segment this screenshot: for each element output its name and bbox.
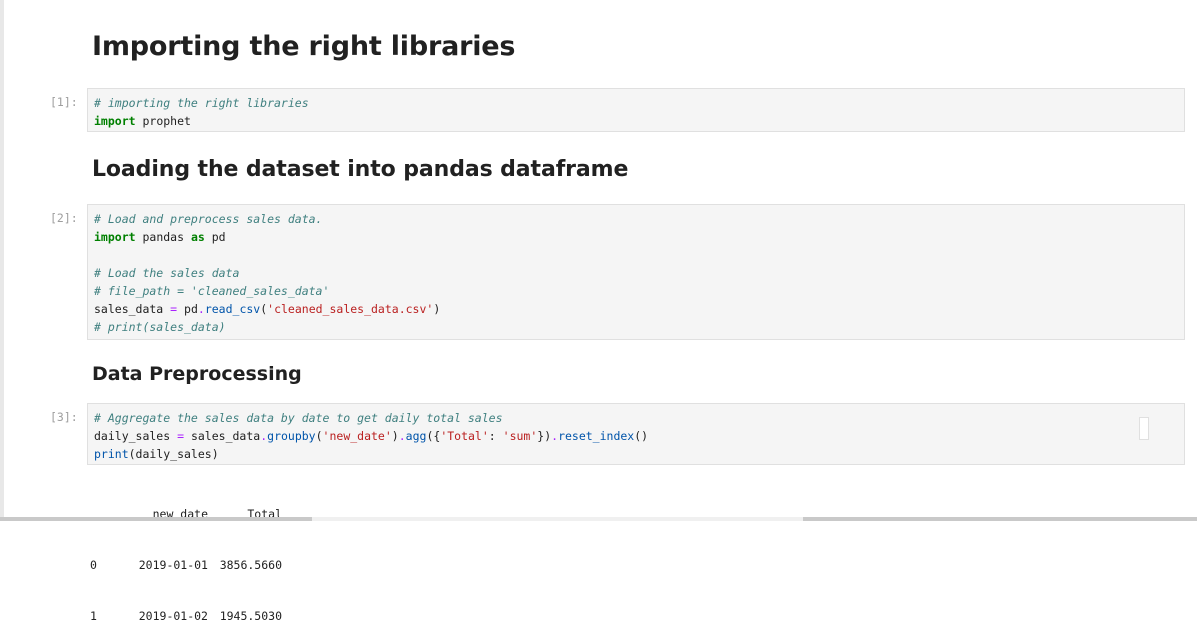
output-row-total: 3856.5660 <box>219 558 282 572</box>
code-token: sales_data <box>94 302 171 316</box>
code-token: # Load the sales data <box>94 266 240 280</box>
code-cell-3[interactable]: # Aggregate the sales data by date to ge… <box>87 403 1185 465</box>
cell-3-prompt: [3]: <box>50 410 78 424</box>
code-token: import <box>94 114 136 128</box>
code-cell-1[interactable]: # importing the right libraries import pr… <box>87 88 1185 132</box>
code-token: 'sum' <box>502 429 538 443</box>
heading-importing-libraries: Importing the right libraries <box>92 31 516 62</box>
code-token: 'Total' <box>440 429 489 443</box>
output-row-date: 2019-01-02 <box>138 609 208 623</box>
code-token: groupby <box>267 429 316 443</box>
code-line: # file_path = 'cleaned_sales_data' <box>94 282 1178 300</box>
code-cell-2[interactable]: # Load and preprocess sales data. import … <box>87 204 1185 340</box>
code-token: pandas <box>135 230 191 244</box>
scrollbar-track-segment <box>803 517 1197 521</box>
code-token: }) <box>537 429 552 443</box>
code-line: # print(sales_data) <box>94 318 1178 336</box>
code-token: 'new_date' <box>322 429 392 443</box>
code-token: sales_data <box>184 429 261 443</box>
code-token: () <box>634 429 649 443</box>
code-token: print <box>94 447 129 461</box>
code-token: 'cleaned_sales_data.csv' <box>267 302 434 316</box>
cell-3-output: new_date Total 0 2019-01-01 3856.5660 1 2019… <box>87 472 282 642</box>
output-row: 1 2019-01-02 1945.5030 <box>87 608 282 625</box>
code-token: . <box>398 429 406 443</box>
code-token: pd <box>204 230 226 244</box>
code-token: ) <box>433 302 441 316</box>
code-line: import prophet <box>94 112 1178 130</box>
cell-2-prompt: [2]: <box>50 211 78 225</box>
code-line: print(daily_sales) <box>94 445 1178 463</box>
code-line: # Load and preprocess sales data. <box>94 210 1178 228</box>
notebook-left-border <box>0 0 4 521</box>
code-line: # Load the sales data <box>94 264 1178 282</box>
code-token: ({ <box>426 429 441 443</box>
code-token: agg <box>405 429 427 443</box>
output-row-date: 2019-01-01 <box>138 558 208 572</box>
code-line: sales_data = pd.read_csv('cleaned_sales_… <box>94 300 1178 318</box>
code-token: ( <box>315 429 323 443</box>
text-cursor <box>1139 417 1149 440</box>
code-line: daily_sales = sales_data. groupby('new_da… <box>94 427 1178 445</box>
output-row-total: 1945.5030 <box>219 609 282 623</box>
code-token: ) <box>391 429 399 443</box>
output-row-index: 0 <box>90 558 97 572</box>
code-token: as <box>190 230 205 244</box>
cell-1-prompt: [1]: <box>50 95 78 109</box>
code-token: import <box>94 230 136 244</box>
code-token: pd <box>177 302 198 316</box>
code-line: # importing the right libraries <box>94 94 1178 112</box>
code-token: daily_sales <box>94 429 178 443</box>
output-row: 0 2019-01-01 3856.5660 <box>87 557 282 574</box>
scrollbar-thumb[interactable] <box>0 517 312 521</box>
code-token: read_csv <box>204 302 261 316</box>
code-token: # file_path = 'cleaned_sales_data' <box>94 284 330 298</box>
heading-data-preprocessing: Data Preprocessing <box>92 363 302 385</box>
code-line: # Aggregate the sales data by date to ge… <box>94 409 1178 427</box>
output-row-index: 1 <box>90 609 97 623</box>
code-token: prophet <box>135 114 191 128</box>
code-token: # Load and preprocess sales data. <box>94 212 323 226</box>
heading-loading-dataset: Loading the dataset into pandas datafram… <box>92 157 629 182</box>
code-token: # importing the right libraries <box>94 96 309 110</box>
code-token: = <box>177 429 185 443</box>
code-token: reset_index <box>558 429 635 443</box>
horizontal-scrollbar[interactable] <box>0 517 1197 521</box>
code-token: # print(sales_data) <box>94 320 226 334</box>
code-line: import pandas as pd <box>94 228 1178 246</box>
code-token: (daily_sales) <box>128 447 219 461</box>
code-token: . <box>197 302 205 316</box>
code-token: : <box>488 429 503 443</box>
code-token: # Aggregate the sales data by date to ge… <box>94 411 503 425</box>
